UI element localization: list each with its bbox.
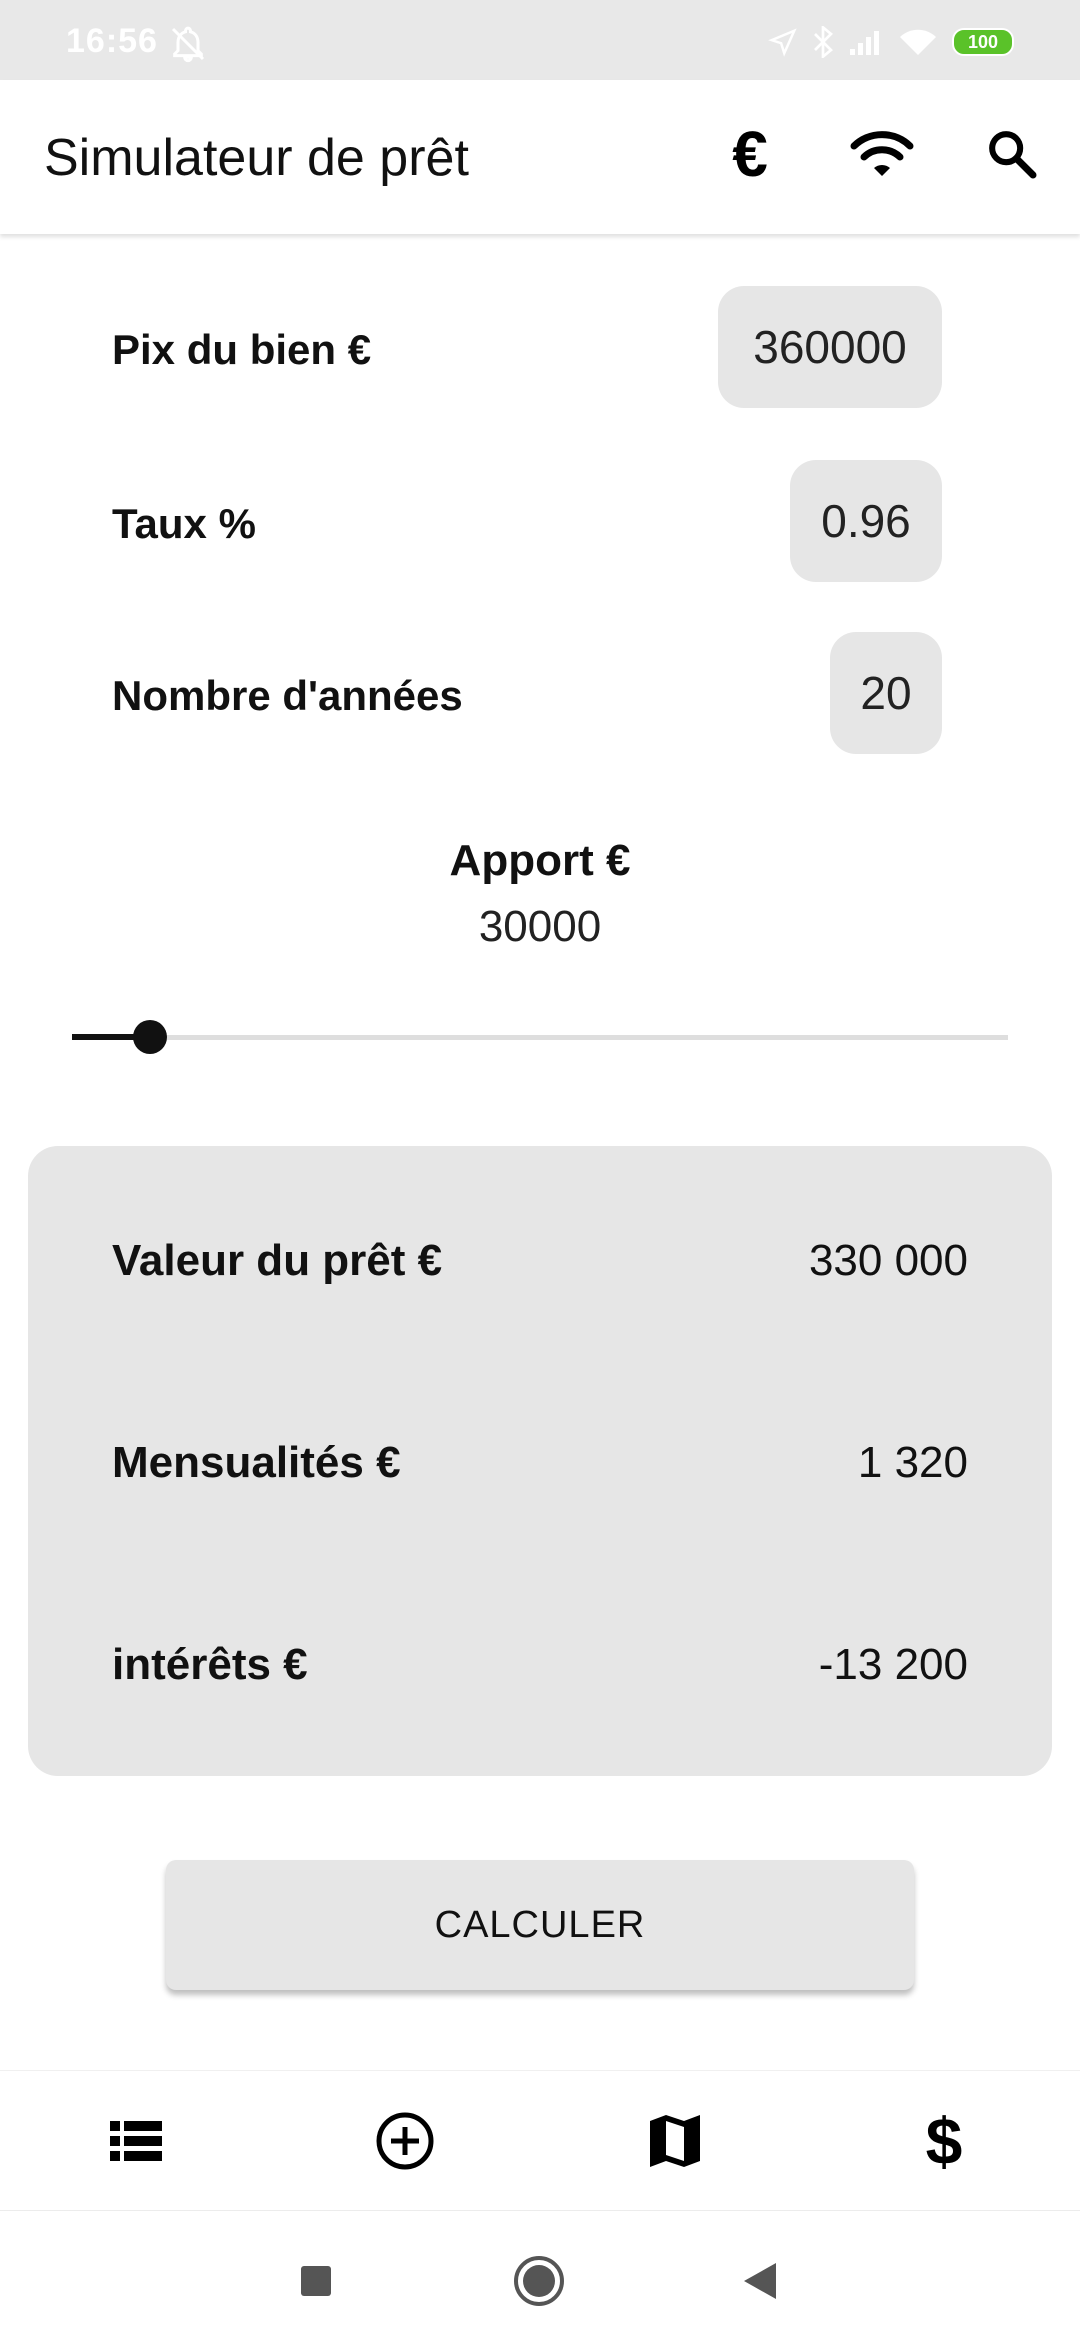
monthly-row: Mensualités € 1 320 [28, 1438, 1052, 1498]
interest-label: intérêts € [112, 1640, 308, 1689]
home-circle-icon[interactable] [509, 2251, 569, 2311]
rate-input[interactable]: 0.96 [790, 460, 942, 582]
map-icon[interactable] [635, 2101, 715, 2181]
back-triangle-icon[interactable] [730, 2251, 790, 2311]
apport-value: 30000 [478, 902, 602, 951]
price-row: Pix du bien € 360000 [0, 286, 1080, 410]
loan-label: Valeur du prêt € [112, 1236, 443, 1285]
page-title: Simulateur de prêt [44, 129, 469, 187]
apport-label: Apport € [449, 836, 631, 885]
system-navigation [0, 2210, 1080, 2341]
price-input[interactable]: 360000 [718, 286, 942, 408]
app-bar: Simulateur de prêt € [0, 80, 1080, 234]
years-row: Nombre d'années 20 [0, 632, 1080, 756]
years-input[interactable]: 20 [830, 632, 942, 754]
calculate-button[interactable]: CALCULER [166, 1860, 914, 1990]
monthly-label: Mensualités € [112, 1438, 401, 1487]
slider-track [72, 1035, 1008, 1040]
bluetooth-icon [812, 26, 834, 58]
wifi-icon[interactable] [846, 118, 918, 190]
rate-label: Taux % [112, 500, 256, 547]
wifi-status-icon [898, 27, 938, 57]
recents-square-icon[interactable] [286, 2251, 346, 2311]
apport-slider[interactable] [72, 1020, 1008, 1054]
monthly-value: 1 320 [857, 1438, 968, 1487]
interest-row: intérêts € -13 200 [28, 1640, 1052, 1700]
status-icons: 100 [768, 22, 1014, 62]
add-circle-icon[interactable] [365, 2101, 445, 2181]
bottom-navigation: $ [0, 2070, 1080, 2211]
years-label: Nombre d'années [112, 672, 463, 719]
status-time: 16:56 [66, 22, 158, 60]
results-card: Valeur du prêt € 330 000 Mensualités € 1… [28, 1146, 1052, 1776]
search-icon[interactable] [976, 118, 1048, 190]
rate-row: Taux % 0.96 [0, 460, 1080, 584]
status-bar: 16:56 100 [0, 0, 1080, 80]
slider-thumb[interactable] [133, 1020, 167, 1054]
bell-off-icon [168, 24, 208, 64]
list-icon[interactable] [96, 2101, 176, 2181]
euro-icon[interactable]: € [714, 118, 786, 190]
dollar-icon[interactable]: $ [904, 2101, 984, 2181]
signal-icon [848, 27, 884, 57]
price-label: Pix du bien € [112, 326, 372, 373]
location-icon [768, 27, 798, 57]
battery-icon: 100 [952, 28, 1014, 56]
loan-value: 330 000 [808, 1236, 968, 1285]
loan-row: Valeur du prêt € 330 000 [28, 1236, 1052, 1296]
interest-value: -13 200 [818, 1640, 968, 1689]
